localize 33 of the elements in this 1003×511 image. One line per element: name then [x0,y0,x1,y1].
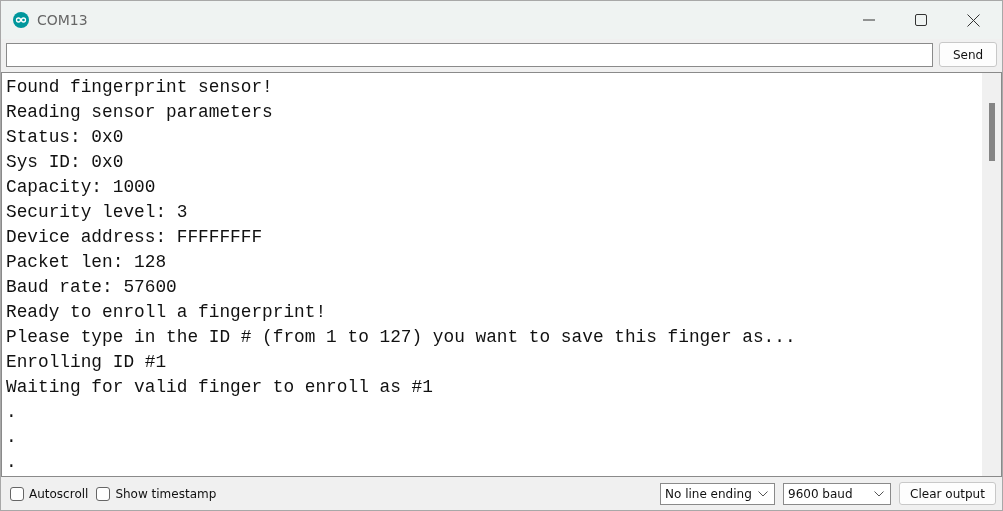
checkbox-label: Autoscroll [29,486,89,501]
caret-icon [874,490,884,497]
checkbox-label: Show timestamp [115,486,217,501]
caret-icon [758,490,768,497]
app-logo-icon [13,12,29,28]
output-line: Sys ID: 0x0 [6,151,125,174]
maximize-icon[interactable] [915,14,927,26]
output-line: Capacity: 1000 [6,176,157,199]
input-field[interactable] [6,42,933,67]
checkbox[interactable] [96,486,111,501]
line-ending-dropdown[interactable]: No line ending [660,482,775,505]
output-line: Packet len: 128 [6,251,168,274]
output-line: Device address: FFFFFFFF [6,226,264,249]
scrollbar-thumb[interactable] [989,103,995,161]
output-line: Enrolling ID #1 [6,351,168,374]
checkbox[interactable] [10,486,24,501]
window-title: COM13 [37,12,88,28]
baud-dropdown[interactable]: 9600 baud [783,482,891,505]
output-line: . [6,451,18,474]
send-button[interactable]: Send [939,42,997,67]
output-line: . [6,401,18,424]
output-line: Please type in the ID # (from 1 to 127) you want to save this finger as... [6,326,797,349]
output-line: Waiting for valid finger to enroll as #1 [6,376,434,399]
close-icon[interactable] [967,13,980,27]
output-line: Status: 0x0 [6,126,125,149]
output-line: Found fingerprint sensor! [6,76,274,99]
output-line: Security level: 3 [6,201,189,224]
scrollbar[interactable] [982,73,1001,476]
output-line: Reading sensor parameters [6,101,274,124]
clear-output-button[interactable]: Clear output [899,482,996,505]
output-line: Ready to enroll a fingerprint! [6,301,328,324]
output-line: Baud rate: 57600 [6,276,178,299]
output-line: . [6,426,18,449]
